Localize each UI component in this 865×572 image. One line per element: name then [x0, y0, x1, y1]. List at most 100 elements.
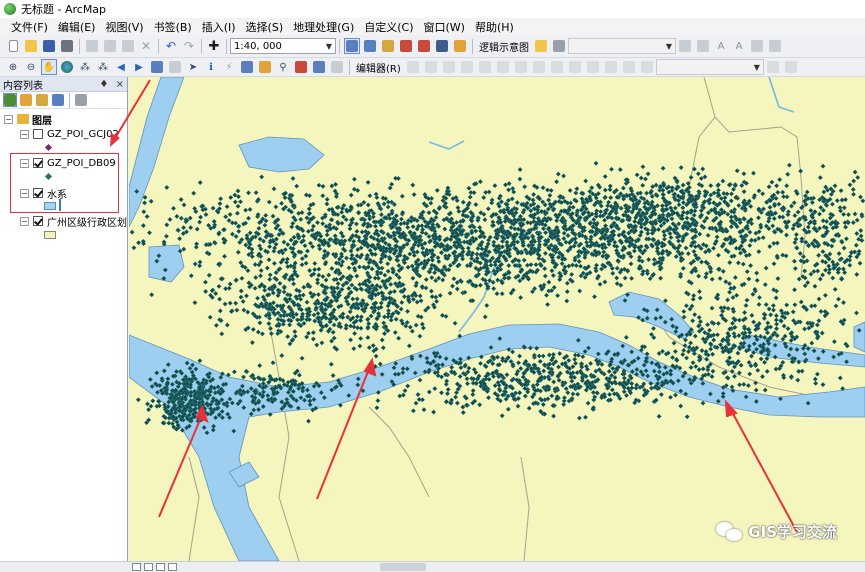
model-builder-button[interactable]: [452, 38, 468, 54]
toc-button[interactable]: [362, 38, 378, 54]
collapse-icon[interactable]: −: [4, 114, 13, 124]
schematic-combo[interactable]: ▼: [568, 38, 676, 54]
catalog-button[interactable]: [380, 38, 396, 54]
font-smaller-button[interactable]: A: [731, 38, 747, 54]
search-button[interactable]: [398, 38, 414, 54]
scale-combo[interactable]: 1:40, 000 ▼: [230, 38, 336, 54]
schematic-open-button[interactable]: [533, 38, 549, 54]
edit-tool-1[interactable]: [405, 59, 421, 75]
undo-button[interactable]: ↶: [163, 38, 179, 54]
edit-tool-4[interactable]: [459, 59, 475, 75]
layers-root[interactable]: − 图层: [4, 112, 52, 127]
menu-file[interactable]: 文件(F): [6, 19, 53, 35]
poi-point: [385, 204, 391, 210]
edit-tool-7[interactable]: [513, 59, 529, 75]
time-slider-button[interactable]: [329, 59, 345, 75]
menu-help[interactable]: 帮助(H): [470, 19, 519, 35]
font-larger-button[interactable]: A: [713, 38, 729, 54]
layer-visibility-checkbox[interactable]: [33, 216, 43, 226]
fixed-zoom-in-button[interactable]: ⁂: [77, 59, 93, 75]
html-popup-button[interactable]: [239, 59, 255, 75]
font-larger-icon: A: [717, 40, 725, 52]
schematic-layer-button[interactable]: [551, 38, 567, 54]
map-canvas[interactable]: [129, 77, 865, 561]
layer-row-districts[interactable]: − 广州区级行政区划: [20, 214, 127, 229]
print-button[interactable]: [59, 38, 75, 54]
measure-button[interactable]: [257, 59, 273, 75]
edit-tool-9[interactable]: [549, 59, 565, 75]
editor-toolbar-button[interactable]: [344, 38, 360, 54]
schematic-tool-3[interactable]: [749, 38, 765, 54]
copy-button[interactable]: [102, 38, 118, 54]
save-button[interactable]: [41, 38, 57, 54]
poi-point: [572, 356, 578, 362]
redo-button[interactable]: ↷: [181, 38, 197, 54]
edit-tool-3[interactable]: [441, 59, 457, 75]
delete-button[interactable]: ✕: [138, 38, 154, 54]
find-button[interactable]: ⚲: [275, 59, 291, 75]
menu-edit[interactable]: 编辑(E): [53, 19, 101, 35]
list-by-drawing-order-button[interactable]: [3, 93, 17, 107]
menu-bookmarks[interactable]: 书签(B): [149, 19, 197, 35]
select-elements-button[interactable]: ➤: [185, 59, 201, 75]
poi-point: [812, 303, 818, 309]
edit-tool-6[interactable]: [495, 59, 511, 75]
poi-point: [591, 294, 598, 300]
menu-view[interactable]: 视图(V): [100, 19, 148, 35]
menu-insert[interactable]: 插入(I): [197, 19, 241, 35]
toc-options-button[interactable]: [74, 93, 88, 107]
map-view[interactable]: [129, 77, 865, 561]
poi-point: [564, 289, 570, 295]
schematic-label[interactable]: 逻辑示意图: [476, 39, 532, 54]
poi-point: [533, 262, 539, 268]
identify-button[interactable]: ℹ: [203, 59, 219, 75]
list-by-visibility-button[interactable]: [35, 93, 49, 107]
full-extent-button[interactable]: [59, 59, 75, 75]
edit-tool-8[interactable]: [531, 59, 547, 75]
schematic-tool-4[interactable]: [767, 38, 783, 54]
new-button[interactable]: [5, 38, 21, 54]
schematic-tool-1[interactable]: [677, 38, 693, 54]
add-data-button[interactable]: ✚: [206, 38, 222, 54]
edit-tool-2[interactable]: [423, 59, 439, 75]
poi-point: [669, 216, 675, 222]
poi-point: [809, 200, 815, 206]
zoom-out-button[interactable]: ⊖: [23, 59, 39, 75]
menu-customize[interactable]: 自定义(C): [359, 19, 418, 35]
edit-tool-11[interactable]: [585, 59, 601, 75]
goto-xy-button[interactable]: [311, 59, 327, 75]
poi-point: [170, 205, 177, 211]
poi-point: [606, 199, 612, 205]
collapse-icon[interactable]: −: [20, 216, 29, 226]
list-by-source-button[interactable]: [19, 93, 33, 107]
open-button[interactable]: [23, 38, 39, 54]
cut-button[interactable]: [84, 38, 100, 54]
menu-geoprocessing[interactable]: 地理处理(G): [288, 19, 359, 35]
editor-menu[interactable]: 编辑器(R): [353, 60, 404, 75]
edit-tool-16[interactable]: [783, 59, 799, 75]
menu-selection[interactable]: 选择(S): [241, 19, 289, 35]
poi-point: [710, 368, 716, 374]
hyperlink-button[interactable]: ⚡: [221, 59, 237, 75]
poi-point: [688, 364, 694, 371]
clear-selection-button[interactable]: [167, 59, 183, 75]
edit-tool-14[interactable]: [639, 59, 655, 75]
list-by-selection-button[interactable]: [51, 93, 65, 107]
edit-target-combo[interactable]: ▼: [655, 59, 764, 75]
menu-windows[interactable]: 窗口(W): [419, 19, 470, 35]
poi-point: [700, 400, 706, 406]
arctoolbox-button[interactable]: [416, 38, 432, 54]
edit-tool-10[interactable]: [567, 59, 583, 75]
collapse-icon[interactable]: −: [20, 129, 29, 139]
schematic-tool-2[interactable]: [695, 38, 711, 54]
layer-visibility-checkbox[interactable]: [33, 129, 43, 139]
edit-tool-5[interactable]: [477, 59, 493, 75]
route-button[interactable]: [293, 59, 309, 75]
paste-button[interactable]: [120, 38, 136, 54]
zoom-in-button[interactable]: ⊕: [5, 59, 21, 75]
pan-button[interactable]: ✋: [41, 59, 57, 75]
edit-tool-13[interactable]: [621, 59, 637, 75]
edit-tool-12[interactable]: [603, 59, 619, 75]
edit-tool-15[interactable]: [765, 59, 781, 75]
python-button[interactable]: [434, 38, 450, 54]
